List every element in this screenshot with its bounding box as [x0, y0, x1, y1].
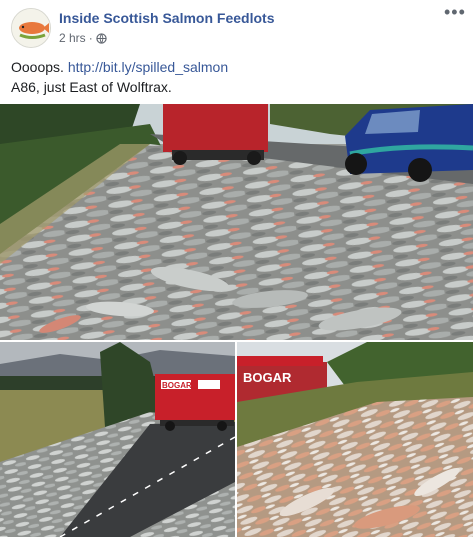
spilled-salmon-road-image — [0, 104, 473, 340]
photo-bottom-left[interactable]: BOGAR — [0, 342, 235, 537]
meta-separator: · — [88, 31, 93, 45]
page-name-link[interactable]: Inside Scottish Salmon Feedlots — [59, 10, 274, 26]
more-options-icon[interactable]: ••• — [444, 3, 465, 26]
lorry-on-road-image: BOGAR — [0, 342, 235, 537]
post-timestamp[interactable]: 2 hrs — [59, 31, 86, 45]
post-text-line-2: A86, just East of Wolftrax. — [11, 79, 172, 95]
photo-bottom-right[interactable]: BOGAR — [237, 342, 473, 537]
truck-logo-right: BOGAR — [243, 370, 292, 385]
globe-icon[interactable] — [96, 32, 107, 44]
fish-on-verge-image: BOGAR — [237, 342, 473, 537]
post-link[interactable]: http://bit.ly/spilled_salmon — [68, 59, 228, 75]
post-meta: 2 hrs · — [59, 31, 107, 45]
page-avatar[interactable] — [11, 8, 51, 48]
post-header: Inside Scottish Salmon Feedlots 2 hrs · … — [0, 0, 473, 52]
post-text-line-1: Oooops. http://bit.ly/spilled_salmon — [11, 57, 228, 77]
post-message: Oooops. http://bit.ly/spilled_salmon A86… — [11, 57, 228, 97]
photo-main[interactable] — [0, 104, 473, 340]
post-text-prefix: Oooops. — [11, 59, 68, 75]
salmon-logo-icon — [12, 9, 50, 47]
truck-logo-left: BOGAR — [162, 381, 192, 390]
